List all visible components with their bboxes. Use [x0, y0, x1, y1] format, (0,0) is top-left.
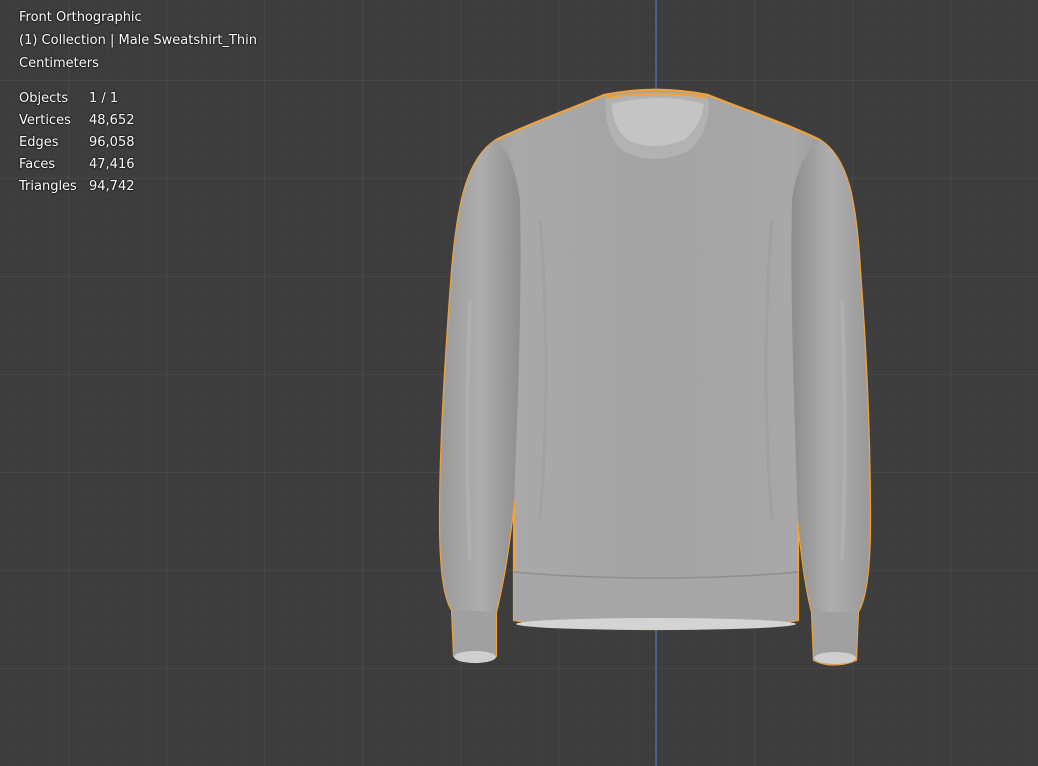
right-cuff-opening — [814, 652, 856, 664]
stat-label-triangles: Triangles — [19, 179, 77, 194]
right-sleeve — [791, 140, 870, 612]
view-name: Front Orthographic — [19, 10, 142, 25]
3d-viewport[interactable]: Front Orthographic (1) Collection | Male… — [0, 0, 1038, 766]
stat-value-triangles: 94,742 — [89, 179, 135, 194]
stat-label-faces: Faces — [19, 157, 56, 172]
stat-value-objects: 1 / 1 — [89, 91, 119, 106]
scene-statistics: Objects 1 / 1 Vertices 48,652 Edges 96,0… — [19, 88, 257, 198]
left-sleeve — [440, 140, 521, 612]
collection-info: (1) Collection | Male Sweatshirt_Thin — [19, 33, 257, 48]
left-cuff-opening — [454, 651, 496, 663]
stat-label-vertices: Vertices — [19, 113, 71, 128]
hem-opening — [516, 618, 796, 630]
stat-value-vertices: 48,652 — [89, 113, 135, 128]
stat-label-edges: Edges — [19, 135, 59, 150]
stat-value-edges: 96,058 — [89, 135, 135, 150]
units-label: Centimeters — [19, 56, 99, 71]
viewport-info-overlay: Front Orthographic (1) Collection | Male… — [19, 6, 257, 198]
stat-value-faces: 47,416 — [89, 157, 135, 172]
stat-label-objects: Objects — [19, 91, 69, 106]
